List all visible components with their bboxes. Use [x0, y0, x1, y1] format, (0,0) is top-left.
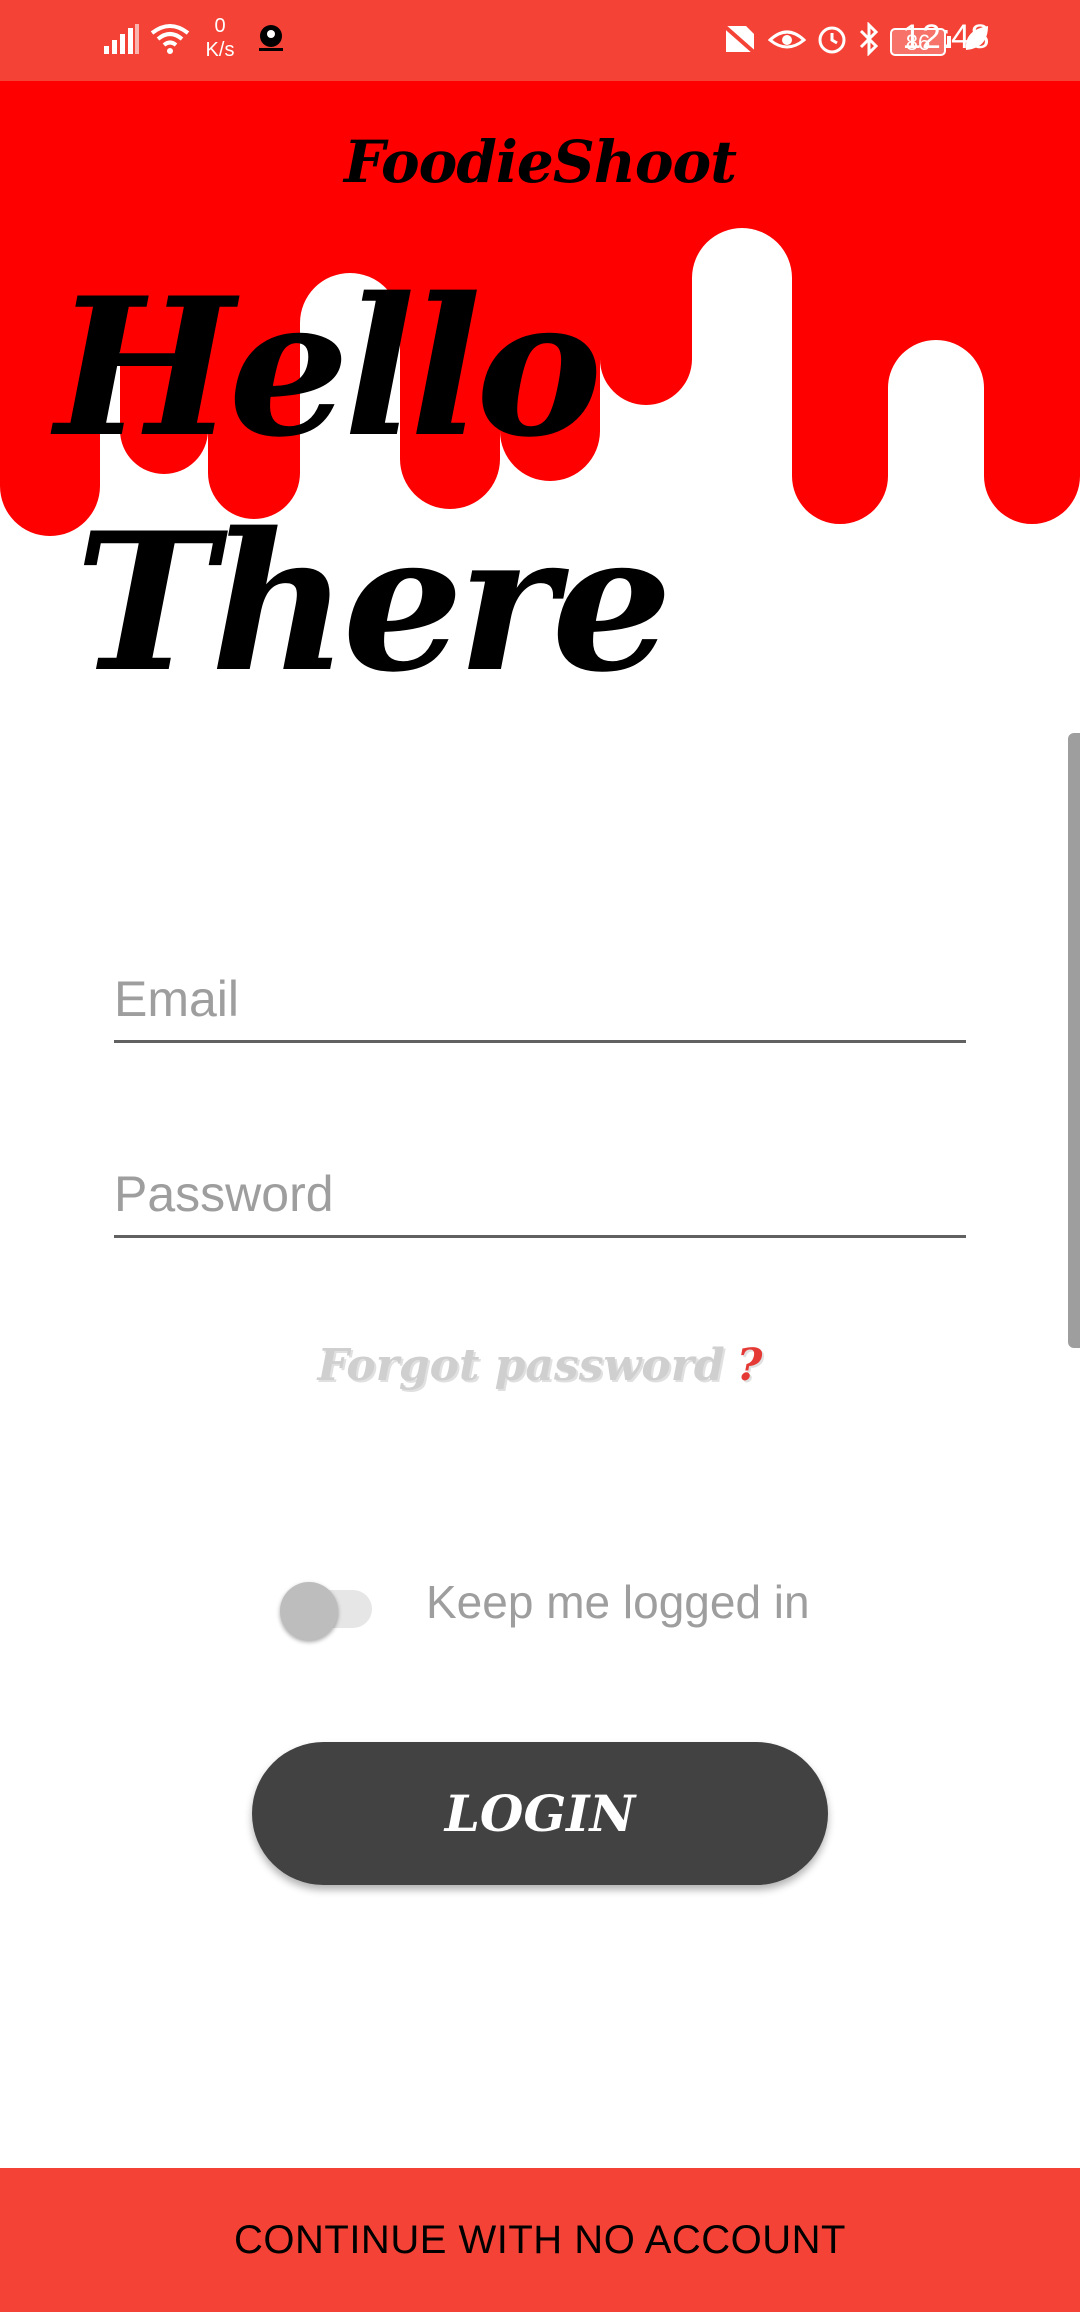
app-notification-icon [255, 22, 287, 59]
signal-icon [104, 23, 140, 59]
network-speed: 0 K/s [200, 14, 240, 62]
no-sim-icon [720, 22, 758, 61]
greeting-line-1: Hello [55, 256, 602, 479]
continue-label: CONTINUE WITH NO ACCOUNT [234, 2217, 846, 2262]
email-field[interactable] [114, 970, 966, 1040]
status-left [104, 20, 190, 62]
login-button[interactable]: LOGIN [252, 1742, 828, 1885]
keep-logged-in-row: Keep me logged in [280, 1570, 810, 1640]
network-speed-value: 0 [214, 15, 226, 37]
question-mark-icon: ? [736, 1340, 763, 1391]
continue-without-account-button[interactable]: CONTINUE WITH NO ACCOUNT [0, 2168, 1080, 2312]
bluetooth-icon [858, 21, 880, 61]
app-logo: FoodieShoot [343, 128, 737, 196]
forgot-password-label: Forgot password [317, 1340, 725, 1391]
keep-logged-in-toggle[interactable] [280, 1570, 376, 1640]
network-speed-unit: K/s [205, 39, 235, 61]
scrollbar[interactable] [1068, 733, 1080, 1348]
keep-logged-in-label: Keep me logged in [426, 1576, 810, 1628]
alarm-icon [816, 23, 848, 60]
eye-icon [767, 24, 807, 59]
forgot-password-link[interactable]: Forgot password? [0, 1340, 1080, 1391]
greeting-line-2: There [75, 491, 672, 714]
greeting: Hello There [55, 250, 672, 720]
status-bar: 0 K/s 86 12:48 [0, 0, 1080, 81]
password-field-container [114, 1165, 966, 1238]
toggle-thumb [280, 1582, 338, 1640]
clock: 12:48 [902, 18, 990, 56]
password-field[interactable] [114, 1165, 966, 1235]
email-field-container [114, 970, 966, 1043]
wifi-icon [150, 23, 190, 60]
